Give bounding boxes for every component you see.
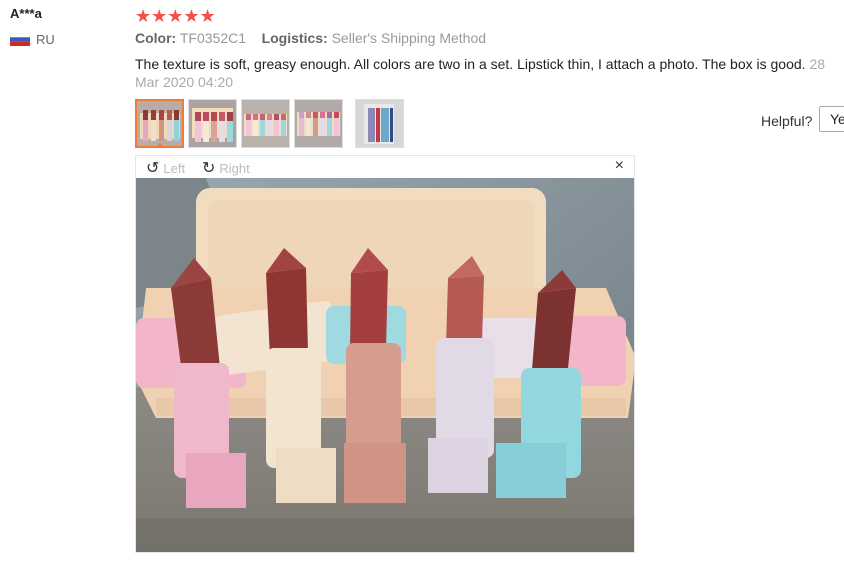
photo-viewer: ↺ Left ↻ Right × [135,155,635,553]
rotate-left-label: Left [163,160,186,176]
close-icon[interactable]: × [615,157,624,175]
review-thumbnail-4[interactable] [294,99,343,148]
rating-stars: ★★★★★ [135,6,216,26]
logistics-label: Logistics: [261,30,328,46]
review-thumbnail-1[interactable] [135,99,184,148]
rotate-right-icon: ↻ [202,160,216,177]
rotate-right-button[interactable]: ↻ Right [202,158,250,178]
rotate-right-label: Right [219,160,250,176]
review-thumbnail-2[interactable] [188,99,237,148]
helpful-yes-button[interactable]: Ye [819,106,844,132]
logistics-value: Seller's Shipping Method [331,30,487,46]
color-value: TF0352C1 [179,30,247,46]
reviewer-country: RU [10,32,55,47]
reviewer-name: A***a [10,6,42,21]
helpful-label: Helpful? [761,113,813,129]
russia-flag-icon [10,33,30,46]
active-thumbnail-caret [154,143,165,146]
review-text-block: The texture is soft, greasy enough. All … [135,55,835,91]
review-photo-large [136,178,634,552]
review-thumbnail-3[interactable] [241,99,290,148]
review-thumbnails [135,99,404,148]
color-label: Color: [135,30,177,46]
viewer-toolbar: ↺ Left ↻ Right × [136,156,634,178]
rotate-left-icon: ↺ [146,160,160,177]
country-code: RU [36,32,55,47]
review-text: The texture is soft, greasy enough. All … [135,56,806,72]
review-meta: Color: TF0352C1 Logistics: Seller's Ship… [135,30,486,46]
review-thumbnail-5[interactable] [355,99,404,148]
rotate-left-button[interactable]: ↺ Left [146,158,185,178]
